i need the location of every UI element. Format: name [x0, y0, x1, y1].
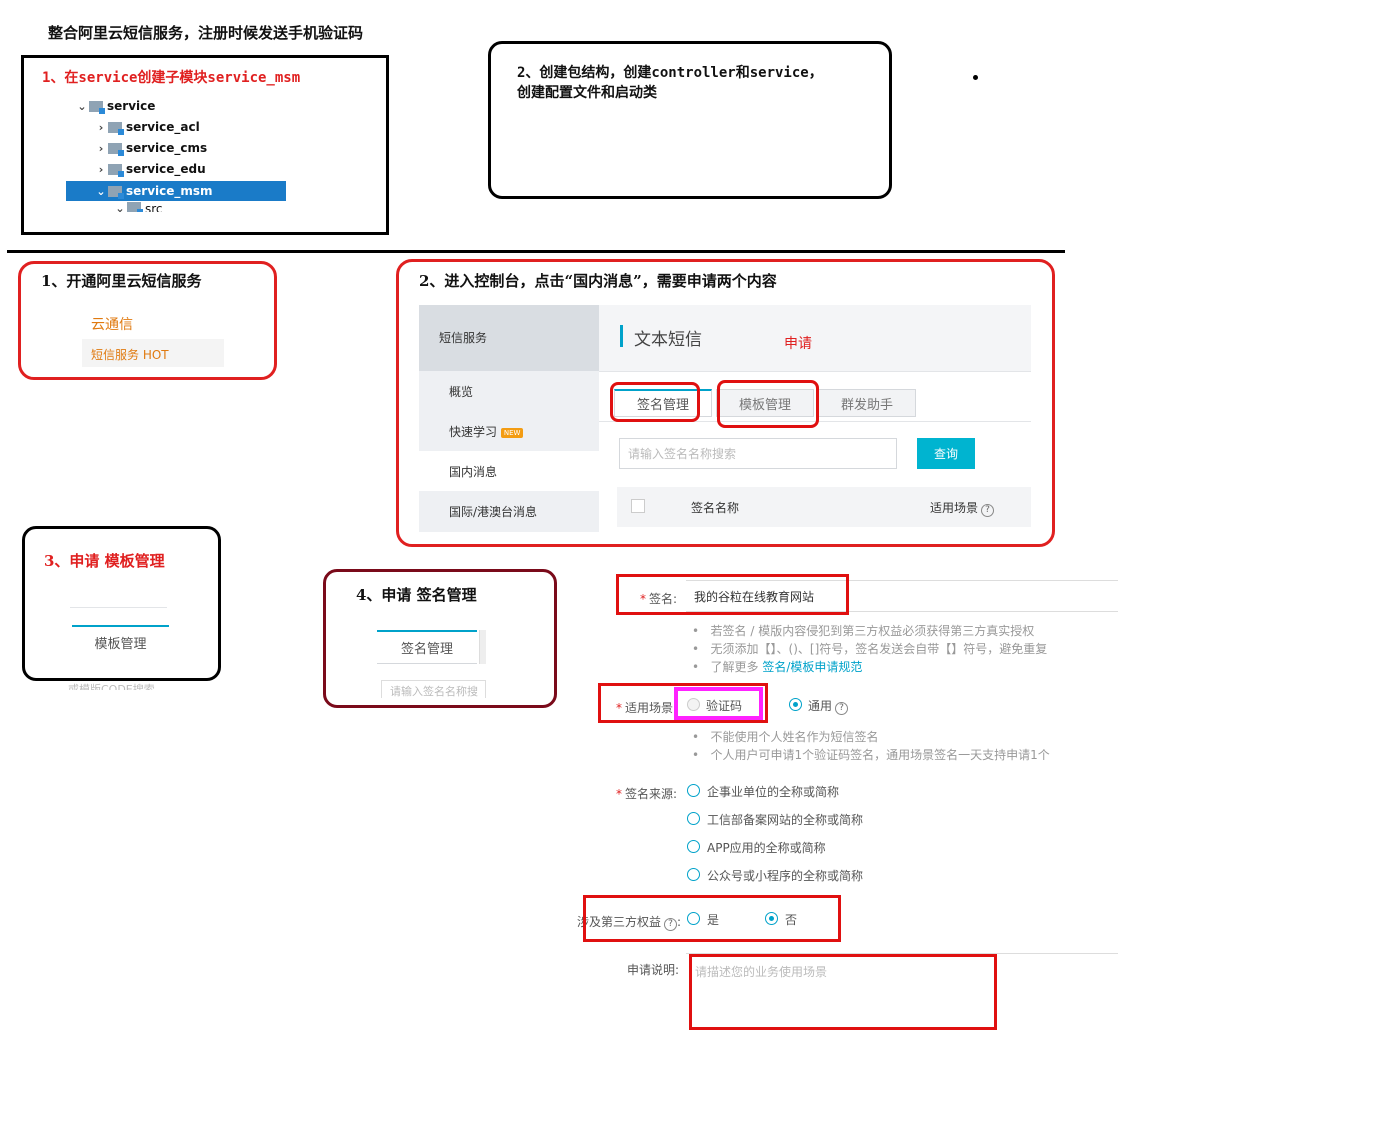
create-structure-line1: 2、创建包结构，创建controller和service， — [517, 65, 823, 81]
signature-search-input[interactable]: 请输入签名名称搜索 — [619, 438, 897, 469]
col-signature-name: 签名名称 — [691, 501, 740, 515]
source-radio-2[interactable] — [687, 812, 700, 825]
sign-tip-2-text: 无须添加【】、()、[]符号，签名发送会自带【】符号，避免重复 — [710, 642, 1048, 656]
scene-highlight — [598, 683, 768, 723]
scene-tip-1-text: 不能使用个人姓名作为短信签名 — [710, 730, 879, 744]
cloud-comm-link[interactable]: 云通信 — [91, 314, 133, 334]
nav-quick-learn[interactable]: 快速学习 NEW — [449, 423, 524, 440]
desc-highlight — [689, 954, 997, 1030]
scene-general-label: 通用 — [808, 699, 833, 713]
help-icon[interactable]: ? — [981, 504, 995, 517]
source-option-1: 企事业单位的全称或简称 — [707, 785, 840, 799]
signature-search-cut[interactable]: 请输入签名名称搜 — [381, 680, 486, 698]
chevron-down-icon[interactable]: ⌄ — [113, 202, 127, 212]
chevron-right-icon[interactable]: › — [94, 142, 108, 155]
scene-tip-2-text: 个人用户可申请1个验证码签名，通用场景签名一天支持申请1个 — [710, 748, 1050, 762]
dot-mark — [973, 75, 978, 80]
section-divider — [7, 250, 1065, 253]
new-badge: NEW — [500, 427, 524, 438]
tree-item-service-edu[interactable]: › service_edu — [94, 159, 206, 179]
tree-item-service[interactable]: ⌄ service — [75, 96, 155, 116]
tree-item-service-acl[interactable]: › service_acl — [94, 117, 200, 137]
source-radio-3[interactable] — [687, 840, 700, 853]
console-title: 2、进入控制台，点击“国内消息”，需要申请两个内容 — [419, 272, 777, 290]
sign-tip-1-text: 若签名 / 模版内容侵犯到第三方权益必须获得第三方真实授权 — [710, 624, 1035, 638]
header-divider — [599, 371, 1031, 372]
folder-icon — [108, 121, 124, 135]
folder-icon — [108, 163, 124, 177]
nav-domestic-bg — [419, 451, 599, 491]
table-header: 签名名称 适用场景? — [617, 487, 1031, 527]
sign-tip-1: • 若签名 / 模版内容侵犯到第三方权益必须获得第三方真实授权 — [692, 624, 1035, 638]
heading-accent — [620, 325, 623, 347]
open-service-frame: 1、开通阿里云短信服务 云通信 短信服务 HOT — [18, 261, 277, 380]
create-structure-line2: 创建配置文件和启动类 — [517, 85, 657, 101]
sidebar-header: 短信服务 — [419, 305, 599, 371]
sign-tip-3: • 了解更多 签名/模板申请规范 — [692, 660, 863, 674]
template-tab-highlight — [717, 380, 819, 428]
source-option-2: 工信部备案网站的全称或简称 — [707, 813, 864, 827]
apply-note: 申请 — [784, 336, 812, 352]
desc-label: 申请说明: — [627, 963, 680, 977]
apply-signature-title: 4、申请 签名管理 — [356, 586, 477, 604]
scene-general-radio[interactable] — [789, 698, 802, 711]
chevron-down-icon[interactable]: ⌄ — [75, 100, 89, 113]
nav-international[interactable]: 国际/港澳台消息 — [449, 503, 537, 520]
page-heading: 文本短信 — [634, 330, 702, 350]
spec-link[interactable]: 签名/模板申请规范 — [762, 660, 862, 674]
select-all-checkbox[interactable] — [631, 499, 645, 513]
source-option-3: APP应用的全称或简称 — [707, 841, 826, 855]
sidebar-header-label: 短信服务 — [439, 331, 488, 345]
scene-tip-2: • 个人用户可申请1个验证码签名，通用场景签名一天支持申请1个 — [692, 748, 1050, 762]
console-sidebar: 短信服务 概览 快速学习 NEW 国内消息 国际/港澳台消息 — [419, 305, 599, 532]
nav-quick-learn-label: 快速学习 — [449, 425, 498, 439]
create-module-title: 1、在service创建子模块service_msm — [42, 70, 301, 86]
tab-bulk[interactable]: 群发助手 — [818, 389, 916, 417]
sign-tip-2: • 无须添加【】、()、[]符号，签名发送会自带【】符号，避免重复 — [692, 642, 1048, 656]
signature-tab[interactable]: 签名管理 — [377, 630, 477, 664]
apply-signature-frame: 4、申请 签名管理 签名管理 请输入签名名称搜 — [323, 569, 557, 708]
apply-template-frame: 3、申请 模板管理 模板管理 — [22, 526, 221, 681]
create-structure-frame: 2、创建包结构，创建controller和service， 创建配置文件和启动类 — [488, 41, 892, 199]
search-button[interactable]: 查询 — [917, 438, 975, 469]
col-scene-label: 适用场景 — [930, 501, 979, 515]
signature-tab-highlight — [610, 382, 700, 422]
main-title: 整合阿里云短信服务，注册时候发送手机验证码 — [48, 24, 364, 42]
template-divider — [70, 607, 167, 608]
tree-item-service-cms[interactable]: › service_cms — [94, 138, 207, 158]
source-label-text: 签名来源: — [625, 787, 678, 801]
chevron-right-icon[interactable]: › — [94, 121, 108, 134]
folder-icon — [89, 100, 105, 114]
third-party-highlight — [583, 895, 841, 942]
apply-template-title: 3、申请 模板管理 — [44, 552, 165, 570]
help-icon[interactable]: ? — [835, 702, 849, 715]
next-tab-edge — [479, 630, 486, 664]
source-option-4: 公众号或小程序的全称或简称 — [707, 869, 864, 883]
folder-icon — [108, 185, 124, 199]
open-service-title: 1、开通阿里云短信服务 — [41, 272, 202, 290]
tree-item-service-msm[interactable]: ⌄ service_msm — [94, 181, 213, 201]
source-radio-4[interactable] — [687, 868, 700, 881]
sms-service-label: 短信服务 HOT — [91, 348, 169, 362]
col-scene: 适用场景? — [930, 499, 995, 517]
source-radio-1[interactable] — [687, 784, 700, 797]
template-tab[interactable]: 模板管理 — [72, 625, 169, 657]
folder-icon — [108, 142, 124, 156]
chevron-down-icon[interactable]: ⌄ — [94, 185, 108, 198]
sms-service-item[interactable]: 短信服务 HOT — [82, 339, 224, 367]
scene-tip-1: • 不能使用个人姓名作为短信签名 — [692, 730, 879, 744]
folder-icon — [127, 202, 143, 212]
template-cut-text: 或模版CODE搜索 — [68, 683, 155, 690]
tree-item-src[interactable]: ⌄ src — [113, 202, 163, 212]
scene-general: 通用? — [808, 697, 849, 715]
nav-overview[interactable]: 概览 — [449, 383, 473, 400]
sign-highlight — [616, 574, 849, 615]
sign-tip-3-prefix: 了解更多 — [710, 660, 763, 674]
nav-domestic[interactable]: 国内消息 — [449, 463, 497, 480]
content-header: 文本短信 申请 — [599, 305, 1031, 371]
source-label: * 签名来源: — [616, 787, 678, 801]
chevron-right-icon[interactable]: › — [94, 163, 108, 176]
